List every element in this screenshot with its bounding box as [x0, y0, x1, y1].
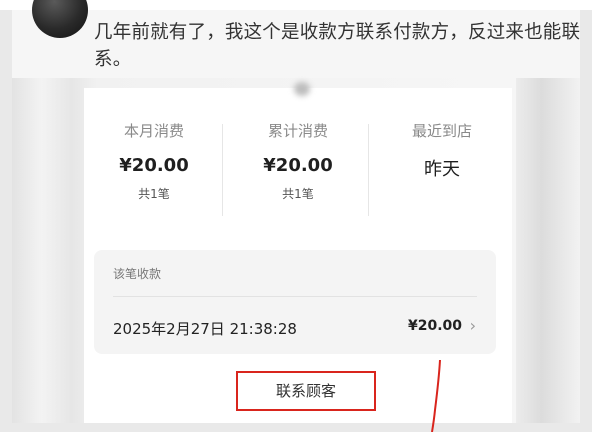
- avatar[interactable]: [32, 0, 88, 38]
- top-strip: [0, 0, 592, 10]
- chevron-right-icon: ›: [469, 316, 476, 335]
- blurred-mark: [294, 82, 310, 96]
- comment-text: 几年前就有了，我这个是收款方联系付款方，反过来也能联系。: [94, 22, 581, 70]
- contact-customer-button[interactable]: 联系顾客: [236, 371, 376, 411]
- stat-label: 本月消费: [123, 122, 184, 140]
- stat-divider: [222, 124, 223, 216]
- transaction-datetime: 2025年2月27日 21:38:28: [113, 320, 297, 338]
- stat-monthly-spend: 本月消费 ¥20.00 共1笔: [84, 120, 224, 202]
- stat-label: 累计消费: [267, 122, 328, 140]
- comment-post: 几年前就有了，我这个是收款方联系付款方，反过来也能联系。: [12, 0, 580, 82]
- stat-label: 最近到店: [411, 122, 472, 140]
- stat-count: 共1笔: [282, 187, 314, 201]
- transaction-header: 该笔收款: [113, 267, 162, 281]
- transaction-item[interactable]: 该笔收款 2025年2月27日 21:38:28 ¥20.00 ›: [94, 250, 496, 354]
- stat-value: 昨天: [424, 159, 460, 180]
- stat-last-visit: 最近到店 昨天: [372, 120, 512, 190]
- stat-value: ¥20.00: [263, 155, 333, 176]
- photo-background-edge: [516, 78, 580, 423]
- transaction-divider: [113, 296, 477, 297]
- stat-count: 共1笔: [138, 187, 170, 201]
- stat-total-spend: 累计消费 ¥20.00 共1笔: [228, 120, 368, 202]
- stat-value: ¥20.00: [119, 155, 189, 176]
- stats-row: 本月消费 ¥20.00 共1笔 累计消费 ¥20.00 共1笔 最近到店 昨天: [84, 120, 512, 220]
- transaction-amount: ¥20.00: [407, 318, 462, 334]
- red-annotation-stroke: [431, 360, 441, 432]
- customer-detail-card: 本月消费 ¥20.00 共1笔 累计消费 ¥20.00 共1笔 最近到店 昨天 …: [84, 82, 512, 423]
- stat-divider: [368, 124, 369, 216]
